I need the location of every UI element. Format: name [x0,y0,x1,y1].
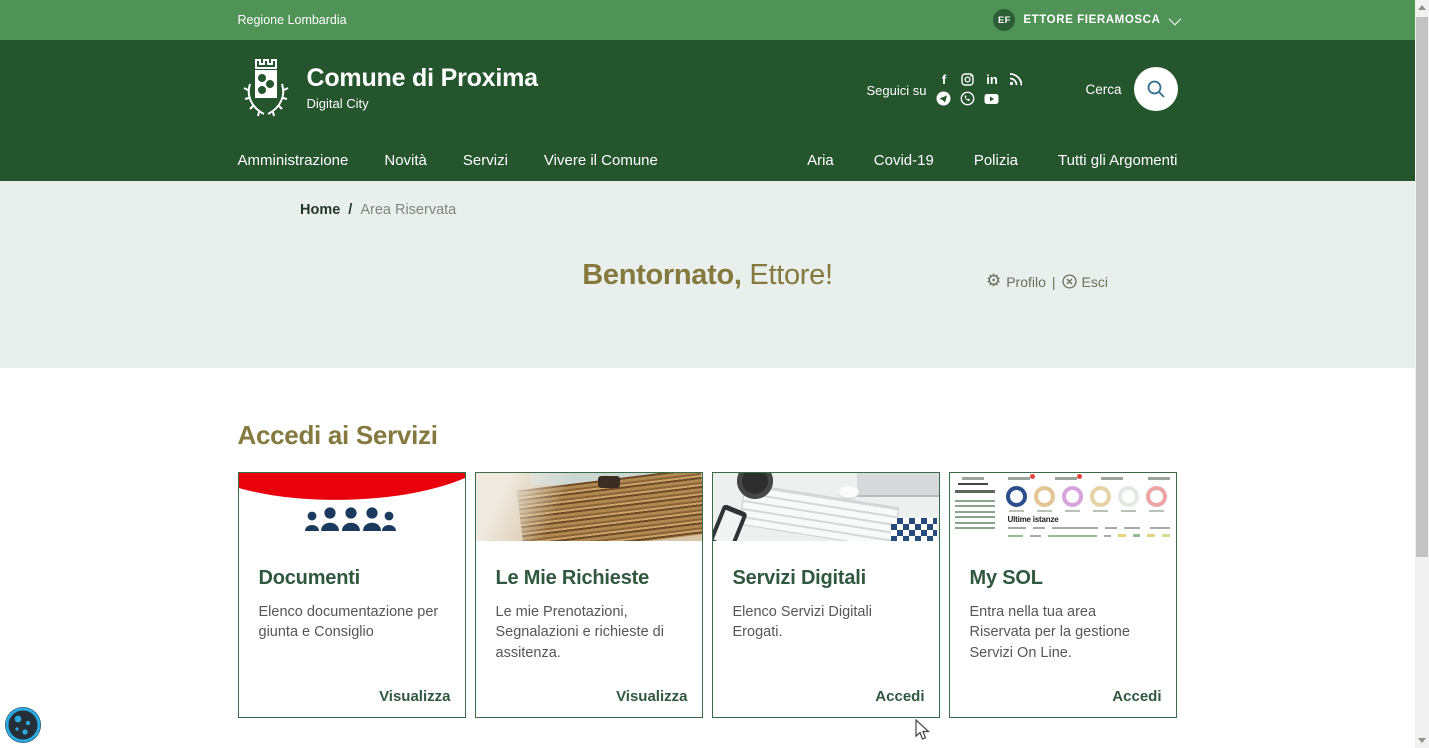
instagram-icon[interactable] [960,72,975,87]
card-le-mie-richieste[interactable]: Le Mie Richieste Le mie Prenotazioni, Se… [475,472,703,718]
donut-ring [1006,486,1027,507]
site-subtitle: Digital City [307,96,538,111]
service-cards: Documenti Elenco documentazione per giun… [238,472,1177,718]
card-richieste-image [476,473,702,541]
notification-badge [1030,474,1035,479]
site-header: Comune di Proxima Digital City Seguici s… [0,40,1415,181]
scrollbar-thumb[interactable] [1416,17,1428,557]
breadcrumb-home[interactable]: Home [300,202,340,218]
rss-icon[interactable] [1008,72,1023,87]
mini-table-heading: Ultime istanze [1008,515,1059,524]
user-name[interactable]: ETTORE FIERAMOSCA [1023,14,1160,26]
search-button[interactable] [1134,67,1178,111]
facebook-icon[interactable]: f [936,72,951,87]
card-action-link[interactable]: Accedi [1112,688,1161,705]
card-description: Entra nella tua area Riservata per la ge… [970,602,1156,663]
archive-folders-photo [476,473,702,541]
card-documenti-image [239,473,465,541]
profile-link[interactable]: ⚙ Profilo [986,273,1046,290]
social-links: f in [936,72,1023,106]
mouse-cursor [915,719,931,741]
card-description: Elenco Servizi Digitali Erogati. [733,602,919,643]
nav-item-polizia[interactable]: Polizia [974,152,1018,169]
card-action-link[interactable]: Visualizza [379,688,450,705]
card-action-link[interactable]: Visualizza [616,688,687,705]
card-mysol-image: Ultime istanze [950,473,1176,541]
breadcrumb-current: Area Riservata [360,202,456,218]
nav-item-vivere-il-comune[interactable]: Vivere il Comune [544,152,658,169]
page-title: Bentornato, Ettore! [0,259,1415,292]
donut-ring [1118,486,1139,507]
hero-band: Home / Area Riservata Bentornato, Ettore… [0,181,1415,368]
region-link[interactable]: Regione Lombardia [238,13,347,27]
top-bar: Regione Lombardia EF ETTORE FIERAMOSCA [0,0,1415,40]
linkedin-icon[interactable]: in [984,72,999,87]
scrollbar[interactable] [1415,0,1429,748]
breadcrumb: Home / Area Riservata [300,202,456,218]
page: Regione Lombardia EF ETTORE FIERAMOSCA [0,0,1429,748]
donut-ring [1062,486,1083,507]
breadcrumb-separator: / [348,202,352,218]
main-content: Accedi ai Servizi [0,368,1415,748]
nav-item-aria[interactable]: Aria [807,152,834,169]
donut-ring [1090,486,1111,507]
card-title[interactable]: Documenti [259,567,445,590]
card-my-sol[interactable]: Ultime istanze [949,472,1177,718]
links-divider: | [1052,274,1056,290]
card-servizi-image [713,473,939,541]
people-red-banner-illustration [239,473,465,541]
scroll-up-icon [1418,5,1426,10]
scroll-down-button[interactable] [1415,733,1429,748]
cookie-icon [3,705,43,745]
telegram-icon[interactable] [936,91,951,106]
notification-badge [1077,474,1082,479]
scroll-up-button[interactable] [1415,0,1429,15]
main-navigation: Amministrazione Novità Servizi Vivere il… [238,152,1178,169]
mysol-dashboard-screenshot: Ultime istanze [950,473,1176,541]
close-circle-icon [1062,274,1077,289]
nav-item-amministrazione[interactable]: Amministrazione [238,152,349,169]
card-description: Elenco documentazione per giunta e Consi… [259,602,445,643]
section-heading: Accedi ai Servizi [238,420,438,451]
account-links: ⚙ Profilo | Esci [986,273,1108,290]
card-title[interactable]: My SOL [970,567,1156,590]
nav-item-covid19[interactable]: Covid-19 [874,152,934,169]
desk-keyboard-photo [713,473,939,541]
nav-item-novita[interactable]: Novità [384,152,427,169]
card-servizi-digitali[interactable]: Servizi Digitali Elenco Servizi Digitali… [712,472,940,718]
logout-link[interactable]: Esci [1062,274,1108,290]
youtube-icon[interactable] [984,91,999,106]
site-title: Comune di Proxima [307,65,538,93]
user-menu[interactable]: EF ETTORE FIERAMOSCA [993,9,1177,31]
follow-label: Seguici su [867,83,927,98]
card-documenti[interactable]: Documenti Elenco documentazione per giun… [238,472,466,718]
nav-item-servizi[interactable]: Servizi [463,152,508,169]
whatsapp-icon[interactable] [960,91,975,106]
scroll-down-icon [1418,738,1426,743]
donut-ring [1146,486,1167,507]
welcome-name: Ettore! [749,259,832,291]
user-avatar[interactable]: EF [993,9,1015,31]
card-action-link[interactable]: Accedi [875,688,924,705]
nav-item-tutti-gli-argomenti[interactable]: Tutti gli Argomenti [1058,152,1178,169]
card-title[interactable]: Servizi Digitali [733,567,919,590]
cookie-consent-widget[interactable] [3,705,43,745]
donut-ring [1034,486,1055,507]
municipal-crest-icon [238,56,294,120]
search-label: Cerca [1085,82,1121,97]
gear-icon: ⚙ [986,272,1001,289]
chevron-down-icon [1168,12,1181,25]
welcome-greeting: Bentornato, [582,259,741,291]
site-logo[interactable]: Comune di Proxima Digital City [238,56,538,120]
card-title[interactable]: Le Mie Richieste [496,567,682,590]
card-description: Le mie Prenotazioni, Segnalazioni e rich… [496,602,682,663]
search-icon [1146,79,1166,99]
